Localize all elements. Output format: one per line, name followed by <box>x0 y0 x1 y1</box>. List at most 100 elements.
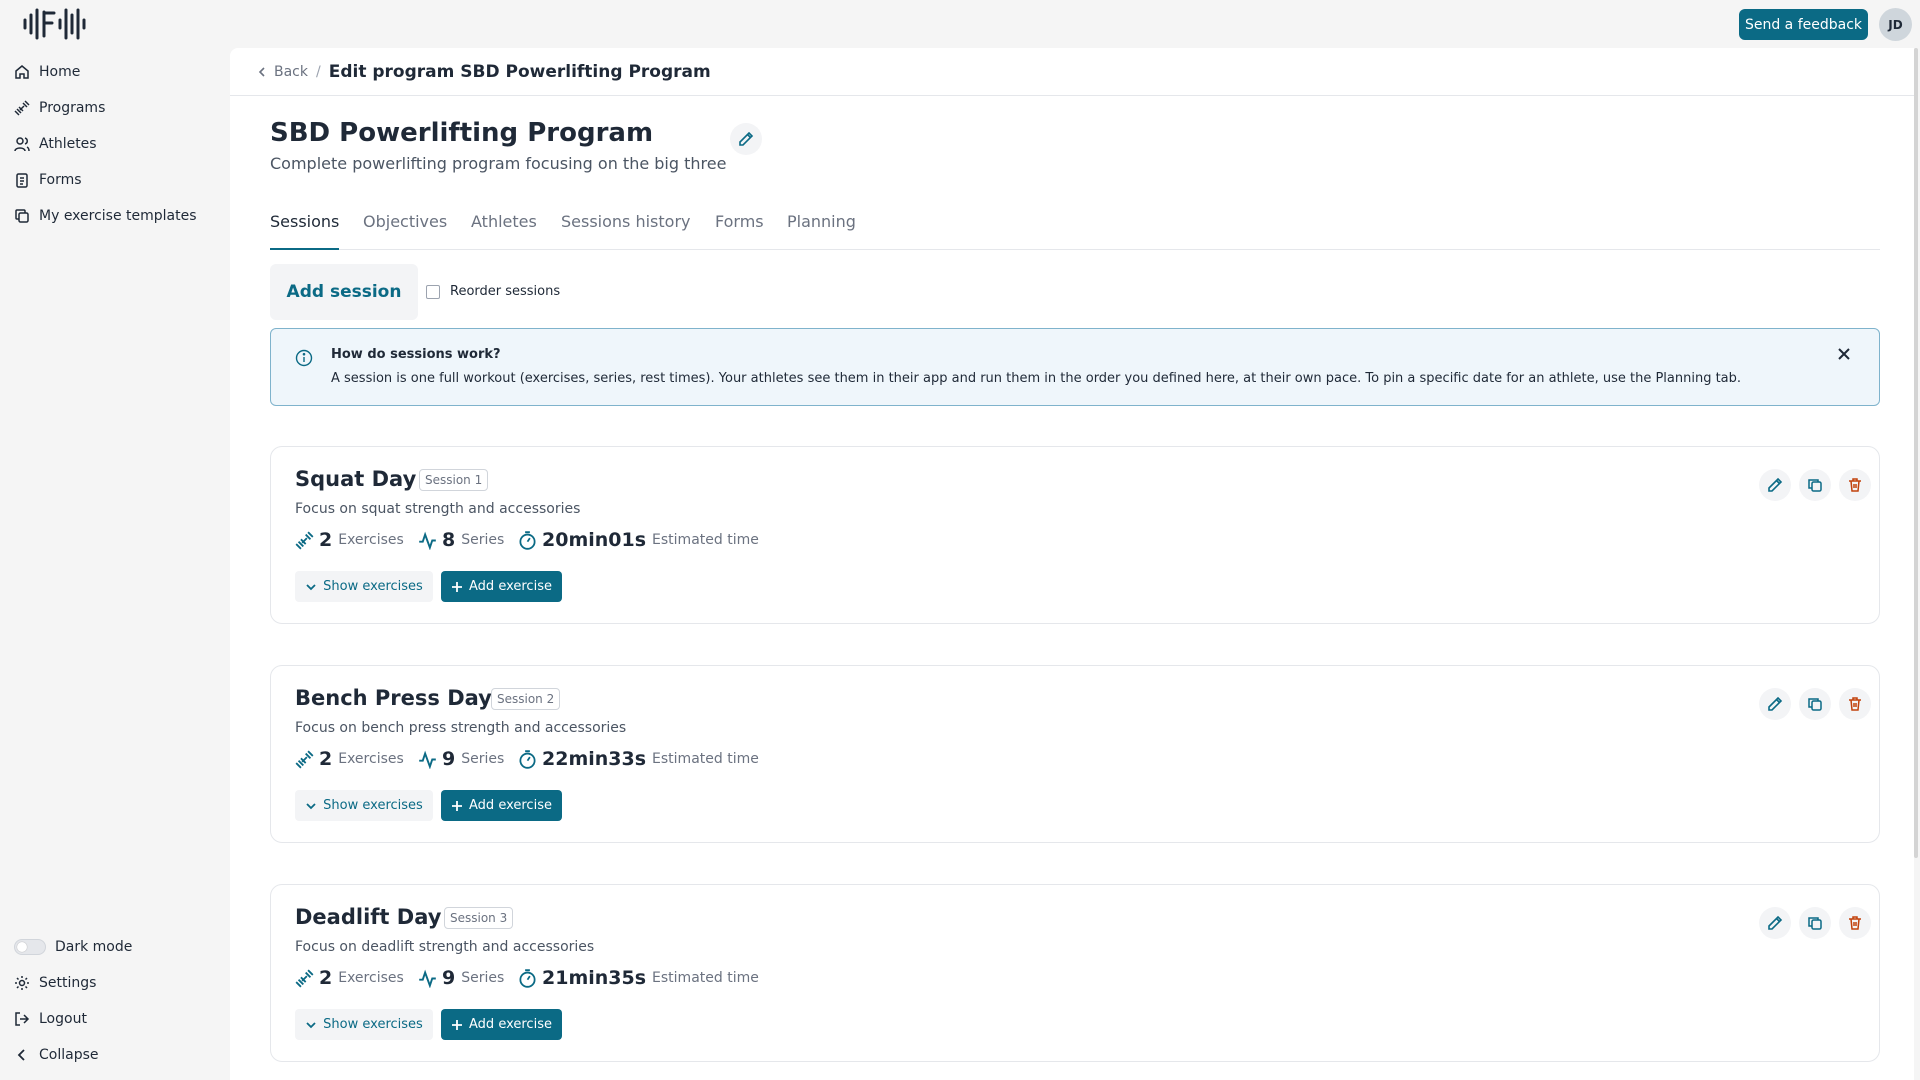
tab-athletes[interactable]: Athletes <box>471 202 537 250</box>
sidebar-item-label: Forms <box>39 172 82 188</box>
session-badge: Session 3 <box>444 907 514 929</box>
sidebar-item-exercise-templates[interactable]: My exercise templates <box>14 202 197 230</box>
plus-icon <box>452 1019 463 1030</box>
add-exercise-label: Add exercise <box>469 579 552 594</box>
chevron-down-icon <box>306 583 316 590</box>
exercises-label: Exercises <box>338 970 404 986</box>
session-card: Deadlift Day Session 3 Focus on deadlift… <box>270 884 1880 1062</box>
copy-icon <box>1808 698 1822 711</box>
duplicate-session-button[interactable] <box>1799 469 1831 501</box>
pencil-icon <box>1768 915 1783 930</box>
add-exercise-button[interactable]: Add exercise <box>441 571 562 602</box>
estimated-time-label: Estimated time <box>652 532 759 548</box>
send-feedback-button[interactable]: Send a feedback <box>1739 9 1868 40</box>
estimated-time: 20min01s <box>542 529 647 551</box>
session-card: Bench Press Day Session 2 Focus on bench… <box>270 665 1880 843</box>
reorder-sessions-checkbox[interactable]: Reorder sessions <box>426 284 560 299</box>
collapse-label: Collapse <box>39 1047 99 1063</box>
series-stat: 9 Series <box>418 748 504 770</box>
sidebar-item-programs[interactable]: Programs <box>14 94 105 122</box>
edit-session-button[interactable] <box>1759 688 1791 720</box>
edit-session-button[interactable] <box>1759 907 1791 939</box>
session-name: Squat Day <box>295 467 417 491</box>
trash-icon <box>1849 478 1861 492</box>
session-actions <box>1751 688 1871 720</box>
show-exercises-label: Show exercises <box>323 579 423 594</box>
add-exercise-label: Add exercise <box>469 798 552 813</box>
plus-icon <box>452 800 463 811</box>
scrollbar[interactable] <box>1914 48 1918 858</box>
trash-icon <box>1849 916 1861 930</box>
show-exercises-button[interactable]: Show exercises <box>295 1009 433 1040</box>
delete-session-button[interactable] <box>1839 907 1871 939</box>
time-stat: 20min01s Estimated time <box>518 529 759 551</box>
copy-icon <box>1808 479 1822 492</box>
gear-icon <box>15 976 29 990</box>
avatar[interactable]: JD <box>1879 8 1912 41</box>
info-title: How do sessions work? <box>331 347 501 362</box>
session-badge: Session 2 <box>491 688 561 710</box>
sidebar-item-settings[interactable]: Settings <box>14 969 96 997</box>
breadcrumb-separator: / <box>316 63 321 80</box>
dark-mode-toggle[interactable]: Dark mode <box>14 933 132 961</box>
sidebar-item-collapse[interactable]: Collapse <box>14 1041 99 1069</box>
sidebar-item-home[interactable]: Home <box>14 58 80 86</box>
tab-forms[interactable]: Forms <box>715 202 764 250</box>
sidebar-item-athletes[interactable]: Athletes <box>14 130 97 158</box>
dumbbell-icon <box>295 750 314 768</box>
exercises-stat: 2 Exercises <box>295 967 404 989</box>
exercises-label: Exercises <box>338 532 404 548</box>
dark-mode-label: Dark mode <box>55 939 133 955</box>
back-link[interactable]: Back <box>256 64 308 80</box>
logout-icon <box>15 1012 30 1026</box>
sidebar-item-label: Programs <box>39 100 106 116</box>
show-exercises-button[interactable]: Show exercises <box>295 571 433 602</box>
logout-label: Logout <box>39 1011 87 1027</box>
trash-icon <box>1849 697 1861 711</box>
tab-objectives[interactable]: Objectives <box>363 202 447 250</box>
duplicate-session-button[interactable] <box>1799 688 1831 720</box>
edit-session-button[interactable] <box>1759 469 1791 501</box>
main-panel: Back / Edit program SBD Powerlifting Pro… <box>230 48 1914 1080</box>
app-logo-icon[interactable] <box>22 6 86 42</box>
copy-icon <box>15 209 29 223</box>
delete-session-button[interactable] <box>1839 469 1871 501</box>
add-exercise-button[interactable]: Add exercise <box>441 1009 562 1040</box>
pencil-icon <box>1768 696 1783 711</box>
exercises-stat: 2 Exercises <box>295 529 404 551</box>
session-actions <box>1751 469 1871 501</box>
home-icon <box>15 65 29 79</box>
sidebar-item-label: Home <box>39 64 81 80</box>
activity-icon <box>419 750 436 769</box>
chevron-left-icon <box>258 66 265 77</box>
sidebar-item-forms[interactable]: Forms <box>14 166 82 194</box>
add-exercise-button[interactable]: Add exercise <box>441 790 562 821</box>
series-stat: 9 Series <box>418 967 504 989</box>
add-session-button[interactable]: Add session <box>270 264 418 320</box>
tab-planning[interactable]: Planning <box>787 202 856 250</box>
copy-icon <box>1808 917 1822 930</box>
session-description: Focus on deadlift strength and accessori… <box>295 939 595 955</box>
series-count: 8 <box>442 529 456 551</box>
time-stat: 21min35s Estimated time <box>518 967 759 989</box>
session-description: Focus on squat strength and accessories <box>295 501 581 517</box>
toggle-switch[interactable] <box>14 939 46 955</box>
timer-icon <box>519 530 536 550</box>
duplicate-session-button[interactable] <box>1799 907 1831 939</box>
delete-session-button[interactable] <box>1839 688 1871 720</box>
edit-program-button[interactable] <box>730 123 762 155</box>
tab-sessions[interactable]: Sessions <box>270 202 340 250</box>
program-description: Complete powerlifting program focusing o… <box>270 154 727 173</box>
session-description: Focus on bench press strength and access… <box>295 720 627 736</box>
checkbox[interactable] <box>426 284 440 299</box>
reorder-label: Reorder sessions <box>450 284 561 299</box>
sidebar-item-logout[interactable]: Logout <box>14 1005 87 1033</box>
info-icon <box>295 349 313 367</box>
tab-sessions-history[interactable]: Sessions history <box>561 202 691 250</box>
estimated-time: 21min35s <box>542 967 647 989</box>
close-icon[interactable] <box>1835 345 1853 363</box>
pencil-icon <box>1768 477 1783 492</box>
show-exercises-button[interactable]: Show exercises <box>295 790 433 821</box>
sidebar-item-label: My exercise templates <box>39 208 197 224</box>
series-label: Series <box>461 970 505 986</box>
